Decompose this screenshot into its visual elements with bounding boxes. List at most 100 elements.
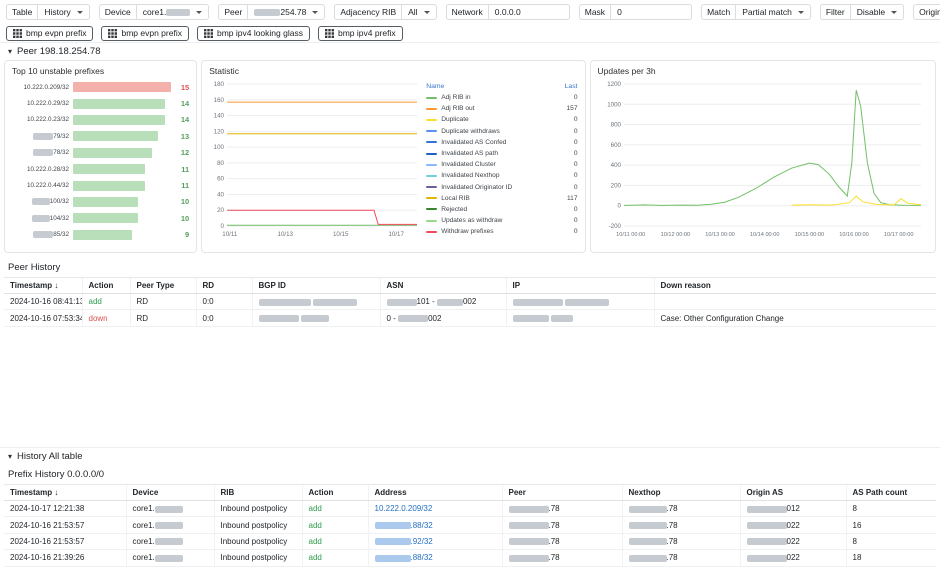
column-header[interactable]: RIB	[213, 484, 302, 501]
column-header[interactable]: RD	[195, 277, 252, 294]
bgp-id-cell	[251, 293, 380, 311]
peer-section-title: Peer 198.18.254.78	[17, 45, 101, 57]
column-header[interactable]: Nexthop	[621, 484, 740, 501]
column-header[interactable]: Peer Type	[129, 277, 196, 294]
svg-text:10/15 00:00: 10/15 00:00	[794, 232, 824, 238]
network-input[interactable]: 0.0.0.0	[487, 4, 570, 20]
legend-item[interactable]: Adj RIB out 157	[426, 103, 578, 114]
mask-input[interactable]: 0	[610, 4, 693, 20]
svg-text:40: 40	[217, 191, 224, 198]
svg-text:1000: 1000	[607, 101, 621, 108]
column-header[interactable]: Action	[81, 277, 130, 294]
table-header-row: Timestamp ↓ Device RIB Action Address Peer Nex…	[4, 484, 936, 501]
legend-last-header[interactable]: Last	[565, 83, 578, 90]
column-header[interactable]: Device	[125, 484, 214, 501]
bmp-ipv4-prefix-button[interactable]: bmp ipv4 prefix	[317, 25, 403, 41]
unstable-prefix-row: 10.222.0.29/32 14	[12, 95, 189, 111]
filter-select[interactable]: Disable	[849, 4, 905, 20]
statistic-body: 0 20 40 60 80 100 120 140 160 180 10/11 10/13 10/15 1…	[209, 79, 578, 239]
panel-title: Statistic	[209, 66, 239, 76]
series-name: Invalidated Originator ID	[441, 183, 513, 191]
legend-name-header[interactable]: Name	[426, 83, 444, 90]
bmp-evpn-prefix-button[interactable]: bmp evpn prefix	[6, 25, 94, 41]
legend-rows: Adj RIB in 0 Adj RIB out 157 Duplicate 0 Dupli…	[426, 92, 578, 237]
column-header[interactable]: Peer	[501, 484, 622, 501]
legend-item[interactable]: Local RIB 117	[426, 193, 578, 204]
peer-select[interactable]: 254.78	[247, 4, 326, 20]
device-select[interactable]: core1.	[135, 4, 210, 20]
series-last-value: 0	[573, 172, 578, 180]
address-link[interactable]: .88/32	[367, 549, 502, 567]
address-link[interactable]: .88/32	[367, 516, 502, 534]
legend-item[interactable]: Invalidated Originator ID 0	[426, 182, 578, 193]
series-line-withdraw-prefixes	[227, 209, 418, 225]
table-row[interactable]: 2024-10-16 08:41:13 add RD 0:0 101 - 002	[4, 293, 936, 311]
column-header[interactable]: BGP ID	[251, 277, 380, 294]
address-link[interactable]: 10.222.0.209/32	[367, 500, 502, 518]
peer-section-header[interactable]: ▾ Peer 198.18.254.78	[0, 42, 940, 59]
series-last-value: 0	[573, 183, 578, 191]
peer-history-section: Peer History Timestamp ↓ Action Peer Type R…	[0, 257, 940, 447]
redacted-text	[33, 231, 54, 239]
legend-item[interactable]: Withdraw prefixes 0	[426, 226, 578, 237]
legend-item[interactable]: Adj RIB in 0	[426, 92, 578, 103]
svg-text:10/11: 10/11	[222, 231, 238, 238]
as-path-count-cell: 16	[845, 516, 936, 534]
filter-label: Filter	[819, 4, 850, 20]
adjacency-rib-select[interactable]: All	[401, 4, 437, 20]
device-cell: core1.	[125, 516, 214, 534]
series-last-value: 0	[573, 138, 578, 146]
legend-item[interactable]: Invalidated AS path 0	[426, 148, 578, 159]
redacted-text	[564, 298, 609, 306]
legend-item[interactable]: Invalidated AS Confed 0	[426, 137, 578, 148]
column-header[interactable]: Address	[367, 484, 502, 501]
table-row[interactable]: 2024-10-16 21:53:57 core1. Inbound postpol…	[4, 533, 936, 551]
column-header[interactable]: Timestamp ↓	[4, 277, 82, 294]
svg-text:140: 140	[214, 113, 225, 120]
column-header[interactable]: IP	[505, 277, 654, 294]
bmp-ipv4-looking-glass-button[interactable]: bmp ipv4 looking glass	[196, 25, 310, 41]
column-header[interactable]: Action	[301, 484, 368, 501]
redacted-text	[550, 314, 573, 322]
column-header[interactable]: Origin AS	[739, 484, 846, 501]
legend-item[interactable]: Updates as withdraw 0	[426, 215, 578, 226]
series-color-dash	[426, 152, 438, 155]
column-header[interactable]: Down reason	[653, 277, 936, 294]
address-link[interactable]: .92/32	[367, 533, 502, 551]
series-color-dash	[426, 197, 438, 200]
history-all-header[interactable]: ▾ History All table	[0, 447, 940, 464]
legend-item[interactable]: Duplicate withdraws 0	[426, 126, 578, 137]
history-all-section: ▾ History All table Prefix History 0.0.0…	[0, 447, 940, 567]
device-cell: core1.	[125, 533, 214, 551]
series-color-dash	[426, 130, 438, 133]
unstable-prefixes-panel: Top 10 unstable prefixes 10.222.0.209/32…	[4, 60, 198, 253]
column-header[interactable]: AS Path count	[845, 484, 936, 501]
prefix-bar-track	[73, 114, 171, 125]
prefix-bar	[73, 229, 132, 240]
series-color-dash	[426, 208, 438, 211]
table-row[interactable]: 2024-10-17 12:21:38 core1. Inbound postpol…	[4, 500, 936, 518]
bmp-evpn-prefix-button-2[interactable]: bmp evpn prefix	[101, 25, 189, 41]
table-row[interactable]: 2024-10-16 07:53:34 down RD 0:0 0 - 002 Cas…	[4, 309, 936, 327]
column-header[interactable]: ASN	[379, 277, 506, 294]
table-row[interactable]: 2024-10-16 21:53:57 core1. Inbound postpol…	[4, 516, 936, 534]
prefix-bar	[73, 82, 172, 93]
grid-icon	[108, 28, 118, 38]
legend-item[interactable]: Invalidated Cluster 0	[426, 159, 578, 170]
device-cell: core1.	[125, 549, 214, 567]
unstable-prefix-row: 10.222.0.28/32 11	[12, 161, 189, 177]
legend-item[interactable]: Duplicate 0	[426, 114, 578, 125]
redacted-text	[254, 9, 281, 17]
table-row[interactable]: 2024-10-16 21:39:26 core1. Inbound postpol…	[4, 549, 936, 567]
mask-input-value: 0	[617, 7, 622, 17]
peer-label: Peer	[218, 4, 248, 20]
table-select[interactable]: History	[37, 4, 90, 20]
match-select[interactable]: Partial match	[735, 4, 811, 20]
svg-text:200: 200	[610, 182, 621, 189]
action-cell: add	[301, 549, 368, 567]
action-cell: down	[81, 309, 130, 327]
series-color-dash	[426, 230, 438, 233]
legend-item[interactable]: Invalidated Nexthop 0	[426, 170, 578, 181]
legend-item[interactable]: Rejected 0	[426, 204, 578, 215]
column-header[interactable]: Timestamp ↓	[4, 484, 126, 501]
